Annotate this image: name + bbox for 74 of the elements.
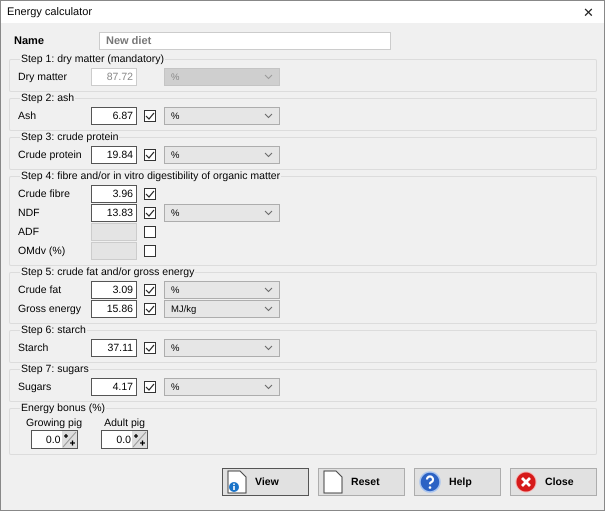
name-field[interactable]: New diet <box>99 32 391 50</box>
spin-arrows-icon[interactable] <box>132 431 148 448</box>
chevron-down-icon <box>264 152 273 158</box>
checkbox[interactable] <box>144 303 156 315</box>
action-button[interactable]: Reset <box>318 468 405 496</box>
info-document-icon <box>227 470 247 494</box>
unit-dropdown[interactable]: % <box>164 281 280 299</box>
chevron-down-icon <box>264 345 273 351</box>
field-label: NDF <box>18 207 41 219</box>
field-label: Crude protein <box>18 149 83 161</box>
input-field[interactable]: 6.87 <box>91 107 137 125</box>
input-field: 87.72 <box>91 68 137 86</box>
checkbox[interactable] <box>144 110 156 122</box>
unit-dropdown[interactable]: % <box>164 378 280 396</box>
group-title: Step 2: ash <box>20 92 76 105</box>
field-label: Name <box>14 35 45 47</box>
input-field[interactable]: 15.86 <box>91 300 137 318</box>
field-label: Crude fibre <box>18 188 71 200</box>
field-label: Sugars <box>18 381 52 393</box>
chevron-down-icon <box>264 287 273 293</box>
checkbox[interactable] <box>144 226 156 238</box>
group-title: Step 7: sugars <box>20 363 90 376</box>
spin-field[interactable]: 0.0 <box>30 430 78 449</box>
chevron-down-icon <box>264 306 273 312</box>
checkbox[interactable] <box>144 188 156 200</box>
document-icon <box>323 470 343 494</box>
checkbox[interactable] <box>144 245 156 257</box>
chevron-down-icon <box>264 210 273 216</box>
field-label: OMdv (%) <box>18 245 66 257</box>
group-title: Step 6: starch <box>20 324 87 337</box>
unit-dropdown[interactable]: % <box>164 204 280 222</box>
checkbox[interactable] <box>144 381 156 393</box>
action-button[interactable]: View <box>222 468 309 496</box>
input-field[interactable]: 13.83 <box>91 204 137 222</box>
checkbox[interactable] <box>144 284 156 296</box>
field-label: Adult pig <box>104 417 145 429</box>
field-label: Starch <box>18 342 50 354</box>
field-label: Dry matter <box>18 71 68 83</box>
checkbox[interactable] <box>144 207 156 219</box>
spin-field[interactable]: 0.0 <box>101 430 148 449</box>
input-field[interactable]: 4.17 <box>91 378 137 396</box>
input-field <box>91 242 137 260</box>
group-title: Step 5: crude fat and/or gross energy <box>20 266 196 279</box>
input-field[interactable]: 37.11 <box>91 339 137 357</box>
input-field[interactable]: 3.96 <box>91 185 137 203</box>
group-title: Step 1: dry matter (mandatory) <box>20 53 165 66</box>
action-button[interactable]: Close <box>510 468 597 496</box>
unit-dropdown[interactable]: % <box>164 107 280 125</box>
unit-dropdown[interactable]: % <box>164 339 280 357</box>
action-button[interactable]: Help <box>414 468 501 496</box>
group-title: Step 4: fibre and/or in vitro digestibility of organic matter <box>20 170 282 183</box>
checkbox[interactable] <box>144 149 156 161</box>
field-label: Growing pig <box>26 417 82 429</box>
chevron-down-icon <box>264 113 273 119</box>
unit-dropdown[interactable]: MJ/kg <box>164 300 280 318</box>
unit-dropdown: % <box>164 68 280 86</box>
chevron-down-icon <box>264 74 273 80</box>
field-label: ADF <box>18 226 40 238</box>
help-icon <box>419 471 441 493</box>
input-field[interactable]: 3.09 <box>91 281 137 299</box>
group-title: Step 3: crude protein <box>20 131 120 144</box>
input-field[interactable]: 19.84 <box>91 146 137 164</box>
window-title: Energy calculator <box>7 6 92 18</box>
field-label: Gross energy <box>18 303 82 315</box>
unit-dropdown[interactable]: % <box>164 146 280 164</box>
chevron-down-icon <box>264 384 273 390</box>
field-label: Ash <box>18 110 38 122</box>
close-icon <box>515 471 537 493</box>
checkbox[interactable] <box>144 342 156 354</box>
field-label: Crude fat <box>18 284 62 296</box>
spin-arrows-icon[interactable] <box>62 431 77 448</box>
group-title: Energy bonus (%) <box>20 402 106 415</box>
input-field <box>91 223 137 241</box>
close-button[interactable]: ✕ <box>583 4 594 20</box>
